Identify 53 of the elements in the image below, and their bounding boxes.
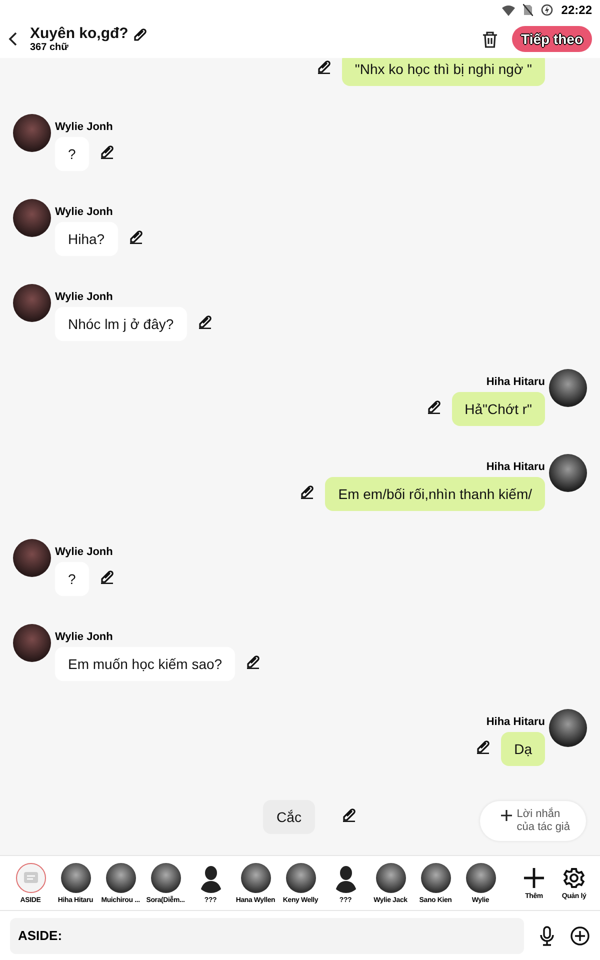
wifi-icon bbox=[502, 4, 516, 16]
avatar bbox=[549, 709, 587, 747]
plus-icon bbox=[500, 809, 513, 822]
character-name: Wylie Jonh bbox=[55, 120, 114, 134]
message-input-field[interactable]: ASIDE: bbox=[10, 918, 524, 954]
edit-icon[interactable] bbox=[245, 653, 262, 669]
edit-icon[interactable] bbox=[98, 568, 115, 584]
avatar bbox=[13, 624, 51, 662]
character-name: Wylie Jonh bbox=[55, 205, 114, 219]
status-time: 22:22 bbox=[561, 3, 592, 17]
edit-icon[interactable] bbox=[132, 26, 148, 42]
message-bubble[interactable]: ? bbox=[55, 137, 89, 171]
add-icon[interactable] bbox=[570, 926, 590, 946]
author-note-button[interactable]: Lời nhắn của tác giả bbox=[480, 801, 586, 841]
message-bubble[interactable]: Nhóc lm j ở đây? bbox=[55, 307, 187, 341]
back-icon[interactable] bbox=[8, 32, 18, 46]
character-name: Hiha Hitaru bbox=[486, 375, 545, 389]
edit-icon[interactable] bbox=[196, 313, 213, 329]
charging-icon bbox=[541, 4, 554, 16]
message-bubble[interactable]: Em em/bối rối,nhìn thanh kiếm/ bbox=[325, 477, 545, 511]
edit-icon[interactable] bbox=[341, 806, 358, 822]
edit-icon[interactable] bbox=[316, 58, 332, 74]
edit-icon[interactable] bbox=[475, 738, 492, 754]
edit-icon[interactable] bbox=[128, 228, 144, 244]
no-sim-icon bbox=[523, 4, 534, 16]
microphone-icon[interactable] bbox=[540, 926, 554, 946]
settings-icon[interactable] bbox=[563, 866, 585, 888]
message-bubble[interactable]: "Nhx ko học thì bị nghi ngờ " bbox=[342, 58, 545, 86]
avatar bbox=[13, 199, 51, 237]
word-count: 367 chữ bbox=[30, 42, 70, 53]
avatar bbox=[13, 539, 51, 577]
message-bubble[interactable]: Em muốn học kiếm sao? bbox=[55, 647, 236, 681]
edit-icon[interactable] bbox=[299, 483, 316, 499]
character-name: Wylie Jonh bbox=[55, 630, 114, 644]
avatar bbox=[13, 114, 51, 152]
character-name: Hiha Hitaru bbox=[486, 715, 545, 729]
character-name: Wylie Jonh bbox=[55, 290, 114, 304]
edit-icon[interactable] bbox=[98, 143, 115, 159]
chat-title: Xuyên ko,gđ? bbox=[30, 25, 128, 42]
message-bubble[interactable]: ? bbox=[55, 562, 89, 596]
message-bubble[interactable]: Dạ bbox=[501, 732, 545, 766]
trash-icon[interactable] bbox=[482, 30, 498, 48]
edit-icon[interactable] bbox=[426, 398, 442, 414]
avatar bbox=[549, 454, 587, 492]
avatar bbox=[13, 284, 51, 322]
avatar bbox=[549, 369, 587, 407]
plus-icon[interactable] bbox=[523, 866, 545, 888]
message-bubble[interactable]: Hiha? bbox=[55, 222, 118, 256]
character-name: Hiha Hitaru bbox=[486, 460, 545, 474]
message-bubble[interactable]: Hả"Chớt r" bbox=[452, 392, 545, 426]
message-bubble[interactable]: Cắc bbox=[262, 800, 316, 834]
character-name: Wylie Jonh bbox=[55, 545, 114, 559]
next-button[interactable]: Tiếp theo bbox=[512, 26, 592, 52]
